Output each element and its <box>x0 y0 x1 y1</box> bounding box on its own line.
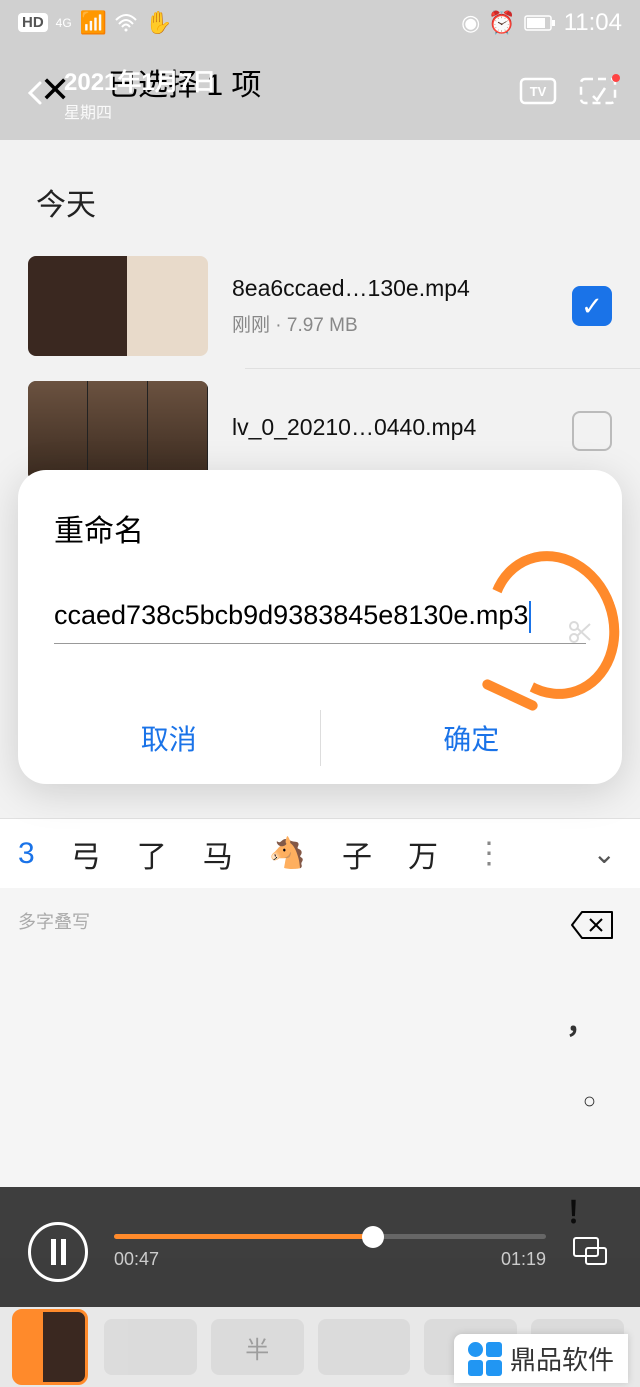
ime-candidate[interactable]: 了 <box>119 832 185 876</box>
progress-bar[interactable]: 00:47 01:19 <box>114 1234 546 1270</box>
ime-candidate[interactable]: 🐴 <box>251 836 324 871</box>
ime-candidate[interactable]: 弓 <box>53 832 119 876</box>
watermark-logo-icon <box>468 1342 502 1376</box>
ime-candidate[interactable]: 子 <box>324 832 390 876</box>
clock-time: 11:04 <box>564 9 622 37</box>
file-checkbox[interactable] <box>572 411 612 451</box>
pause-button[interactable] <box>28 1222 88 1282</box>
chevron-down-icon[interactable]: ⌄ <box>569 837 640 870</box>
watermark: 鼎品软件 <box>454 1334 628 1383</box>
confirm-button[interactable]: 确定 <box>321 692 623 784</box>
kbd-key[interactable] <box>318 1319 411 1375</box>
cast-icon[interactable]: TV <box>518 76 558 110</box>
file-row[interactable]: 8ea6ccaed…130e.mp4 刚刚 · 7.97 MB ✓ <box>0 244 640 368</box>
back-icon[interactable] <box>22 79 50 107</box>
cancel-button[interactable]: 取消 <box>18 692 320 784</box>
keyboard-hint: 多字叠写 <box>18 908 90 934</box>
comma-key[interactable]: ， <box>566 998 596 1042</box>
time-total: 01:19 <box>501 1249 546 1270</box>
page-date: 2021年1月7日 <box>64 62 518 97</box>
network-icon: 4G <box>56 16 72 30</box>
battery-icon <box>524 15 556 31</box>
ime-more: ⋮ <box>456 836 522 871</box>
status-left: HD 4G 📶 ✋ <box>18 10 173 36</box>
video-player-bar: 00:47 01:19 <box>0 1187 640 1317</box>
pip-icon[interactable] <box>572 1232 612 1272</box>
backspace-key[interactable] <box>568 908 616 942</box>
eye-icon: ◉ <box>461 10 480 36</box>
ime-candidate[interactable]: 3 <box>0 837 53 871</box>
watermark-text: 鼎品软件 <box>510 1340 614 1377</box>
file-meta: 刚刚 · 7.97 MB <box>232 310 572 337</box>
time-current: 00:47 <box>114 1249 159 1270</box>
svg-text:TV: TV <box>530 84 547 99</box>
file-name: 8ea6ccaed…130e.mp4 <box>232 275 572 302</box>
header: ✕ 已选择 1 项 2021年1月7日 星期四 TV <box>0 45 640 140</box>
page-day: 星期四 <box>64 99 518 123</box>
alarm-icon: ⏰ <box>488 10 515 36</box>
file-thumbnail <box>28 381 208 481</box>
signal-icon: 📶 <box>80 10 107 36</box>
circle-key[interactable]: ○ <box>583 1088 596 1114</box>
status-bar: HD 4G 📶 ✋ ◉ ⏰ 11:04 <box>0 0 640 45</box>
file-checkbox[interactable]: ✓ <box>572 286 612 326</box>
progress-thumb[interactable] <box>362 1226 384 1248</box>
progress-fill <box>114 1234 373 1239</box>
ime-candidate[interactable]: 马 <box>185 832 251 876</box>
ime-candidate[interactable]: 万 <box>390 832 456 876</box>
hand-icon: ✋ <box>145 10 172 36</box>
kbd-key[interactable] <box>104 1319 197 1375</box>
bottom-thumbnail[interactable] <box>12 1309 88 1385</box>
more-icon[interactable] <box>578 76 618 110</box>
wifi-icon <box>115 14 137 32</box>
file-thumbnail <box>28 256 208 356</box>
ime-suggestion-bar: 3 弓 了 马 🐴 子 万 ⋮ ⌄ <box>0 818 640 888</box>
status-right: ◉ ⏰ 11:04 <box>461 9 622 37</box>
file-name: lv_0_20210…0440.mp4 <box>232 414 572 441</box>
kbd-key[interactable]: 半 <box>211 1319 304 1375</box>
section-today: 今天 <box>0 140 640 244</box>
hd-badge: HD <box>18 13 48 32</box>
